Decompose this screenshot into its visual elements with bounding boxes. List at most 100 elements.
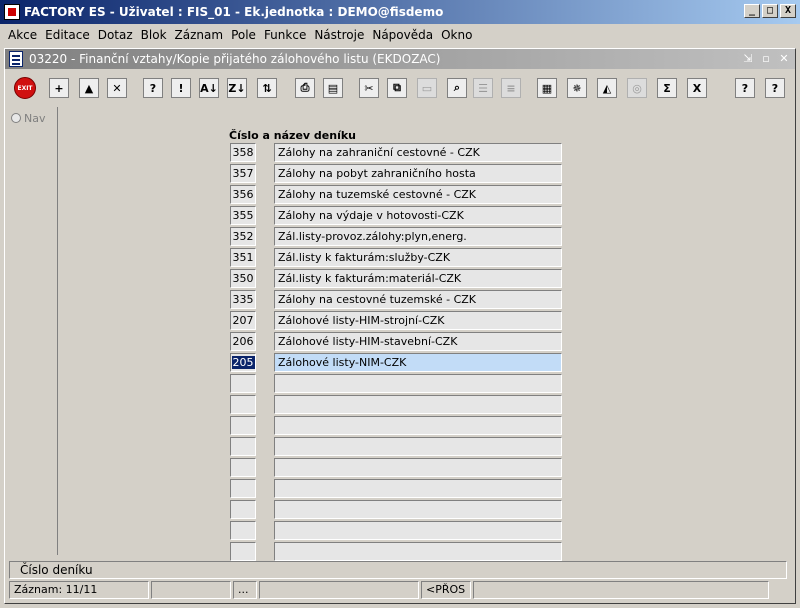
find-button[interactable]: ⌕ bbox=[445, 76, 469, 100]
table-row: 351 Zál.listy k fakturám:služby-CZK bbox=[230, 248, 570, 268]
journal-name-field[interactable]: Zálohy na výdaje v hotovosti-CZK bbox=[274, 206, 562, 225]
menu-napoveda[interactable]: Nápověda bbox=[368, 28, 437, 42]
delete-record-button[interactable]: ✕ bbox=[105, 76, 129, 100]
status-record: Záznam: 11/11 bbox=[9, 581, 149, 599]
stamp-button[interactable]: ◎ bbox=[625, 76, 649, 100]
wheel-icon: ✵ bbox=[567, 78, 587, 98]
copy-button[interactable]: ⧉ bbox=[385, 76, 409, 100]
journal-name-field[interactable]: Zál.listy-provoz.zálohy:plyn,energ. bbox=[274, 227, 562, 246]
journal-name-field[interactable]: Zálohy na zahraniční cestovné - CZK bbox=[274, 143, 562, 162]
journal-name-field[interactable]: Zálohové listy-NIM-CZK bbox=[274, 353, 562, 372]
journal-name-field[interactable] bbox=[274, 500, 562, 519]
journal-name-field[interactable]: Zál.listy k fakturám:materiál-CZK bbox=[274, 269, 562, 288]
insert-record-button[interactable]: + bbox=[47, 76, 71, 100]
journal-name-field[interactable] bbox=[274, 521, 562, 540]
context-help-button[interactable]: ? bbox=[763, 76, 787, 100]
table-row: 335 Zálohy na cestovné tuzemské - CZK bbox=[230, 290, 570, 310]
form-close-button[interactable]: ✕ bbox=[777, 52, 791, 65]
sort-ascending-button[interactable]: A↓ bbox=[197, 76, 221, 100]
journal-number-text: 356 bbox=[232, 188, 254, 201]
journal-name-field[interactable] bbox=[274, 479, 562, 498]
sort-multi-button[interactable]: ⇅ bbox=[255, 76, 279, 100]
journal-number-field[interactable] bbox=[230, 374, 256, 393]
calculator-button[interactable]: ▦ bbox=[535, 76, 559, 100]
paste-button[interactable]: ▭ bbox=[415, 76, 439, 100]
journal-name-field[interactable] bbox=[274, 458, 562, 477]
close-button[interactable]: X bbox=[780, 4, 796, 18]
journal-name-field[interactable] bbox=[274, 374, 562, 393]
sort-multi-icon: ⇅ bbox=[257, 78, 277, 98]
journal-number-field[interactable]: 352 bbox=[230, 227, 256, 246]
journal-number-field[interactable]: 355 bbox=[230, 206, 256, 225]
journal-number-field[interactable] bbox=[230, 521, 256, 540]
journal-number-field[interactable]: 356 bbox=[230, 185, 256, 204]
journal-name-field[interactable] bbox=[274, 395, 562, 414]
wheel-button[interactable]: ✵ bbox=[565, 76, 589, 100]
journal-number-text: 335 bbox=[232, 293, 254, 306]
maximize-button[interactable]: □ bbox=[762, 4, 778, 18]
journal-number-field[interactable]: 205 bbox=[230, 353, 256, 372]
sort-ascending-icon: A↓ bbox=[199, 78, 219, 98]
journal-number-field[interactable] bbox=[230, 395, 256, 414]
menu-blok[interactable]: Blok bbox=[137, 28, 171, 42]
journal-number-text: 206 bbox=[232, 335, 254, 348]
exit-button[interactable]: EXIT bbox=[13, 76, 37, 100]
menu-pole[interactable]: Pole bbox=[227, 28, 260, 42]
journal-number-field[interactable]: 206 bbox=[230, 332, 256, 351]
print-preview-button[interactable]: ▤ bbox=[321, 76, 345, 100]
menu-editace[interactable]: Editace bbox=[41, 28, 94, 42]
help-button[interactable]: ? bbox=[733, 76, 757, 100]
nav-label: Nav bbox=[24, 112, 46, 125]
help-icon: ? bbox=[735, 78, 755, 98]
journal-number-field[interactable] bbox=[230, 458, 256, 477]
menu-nastroje[interactable]: Nástroje bbox=[310, 28, 368, 42]
triangle-button[interactable]: ◭ bbox=[595, 76, 619, 100]
sort-descending-button[interactable]: Z↓ bbox=[225, 76, 249, 100]
menu-zaznam[interactable]: Záznam bbox=[171, 28, 228, 42]
execute-query-button[interactable]: ! bbox=[169, 76, 193, 100]
save-record-button[interactable]: ▲ bbox=[77, 76, 101, 100]
menu-okno[interactable]: Okno bbox=[437, 28, 476, 42]
journal-number-field[interactable]: 207 bbox=[230, 311, 256, 330]
enter-query-button[interactable]: ? bbox=[141, 76, 165, 100]
print-icon: ⎙ bbox=[295, 78, 315, 98]
journal-name-field[interactable] bbox=[274, 437, 562, 456]
journal-number-field[interactable] bbox=[230, 416, 256, 435]
journal-number-field[interactable]: 350 bbox=[230, 269, 256, 288]
print-button[interactable]: ⎙ bbox=[293, 76, 317, 100]
table-row bbox=[230, 521, 570, 541]
journal-name-field[interactable]: Zálohové listy-HIM-strojní-CZK bbox=[274, 311, 562, 330]
menu-dotaz[interactable]: Dotaz bbox=[94, 28, 137, 42]
journal-name-field[interactable]: Zálohy na cestovné tuzemské - CZK bbox=[274, 290, 562, 309]
journal-name-field[interactable]: Zálohy na tuzemské cestovné - CZK bbox=[274, 185, 562, 204]
journal-name-field[interactable]: Zál.listy k fakturám:služby-CZK bbox=[274, 248, 562, 267]
journal-number-text: 358 bbox=[232, 146, 254, 159]
form-window-controls: ⇲ ▫ ✕ bbox=[741, 52, 791, 65]
journal-number-field[interactable]: 335 bbox=[230, 290, 256, 309]
cut-button[interactable]: ✂ bbox=[357, 76, 381, 100]
window-title: FACTORY ES - Uživatel : FIS_01 - Ek.jedn… bbox=[24, 5, 444, 19]
menu-funkce[interactable]: Funkce bbox=[260, 28, 310, 42]
sum-button[interactable]: Σ bbox=[655, 76, 679, 100]
journal-name-field[interactable] bbox=[274, 416, 562, 435]
factory-app-icon bbox=[4, 4, 20, 20]
edit-field-icon: ≡ bbox=[501, 78, 521, 98]
minimize-button[interactable]: _ bbox=[744, 4, 760, 18]
journal-number-field[interactable]: 351 bbox=[230, 248, 256, 267]
form-minimize-button[interactable]: ⇲ bbox=[741, 52, 755, 65]
excel-button[interactable]: X bbox=[685, 76, 709, 100]
nav-radio[interactable] bbox=[11, 113, 21, 123]
execute-query-icon: ! bbox=[171, 78, 191, 98]
journal-name-field[interactable]: Zálohové listy-HIM-stavební-CZK bbox=[274, 332, 562, 351]
form-restore-button[interactable]: ▫ bbox=[759, 52, 773, 65]
edit-field-button[interactable]: ≡ bbox=[499, 76, 523, 100]
journal-number-field[interactable]: 357 bbox=[230, 164, 256, 183]
menu-akce[interactable]: Akce bbox=[4, 28, 41, 42]
journal-number-field[interactable] bbox=[230, 437, 256, 456]
list-values-button[interactable]: ☰ bbox=[471, 76, 495, 100]
journal-number-field[interactable] bbox=[230, 479, 256, 498]
journal-name-field[interactable]: Zálohy na pobyt zahraničního hosta bbox=[274, 164, 562, 183]
journal-number-field[interactable] bbox=[230, 500, 256, 519]
journal-number-field[interactable]: 358 bbox=[230, 143, 256, 162]
journal-number-text: 352 bbox=[232, 230, 254, 243]
